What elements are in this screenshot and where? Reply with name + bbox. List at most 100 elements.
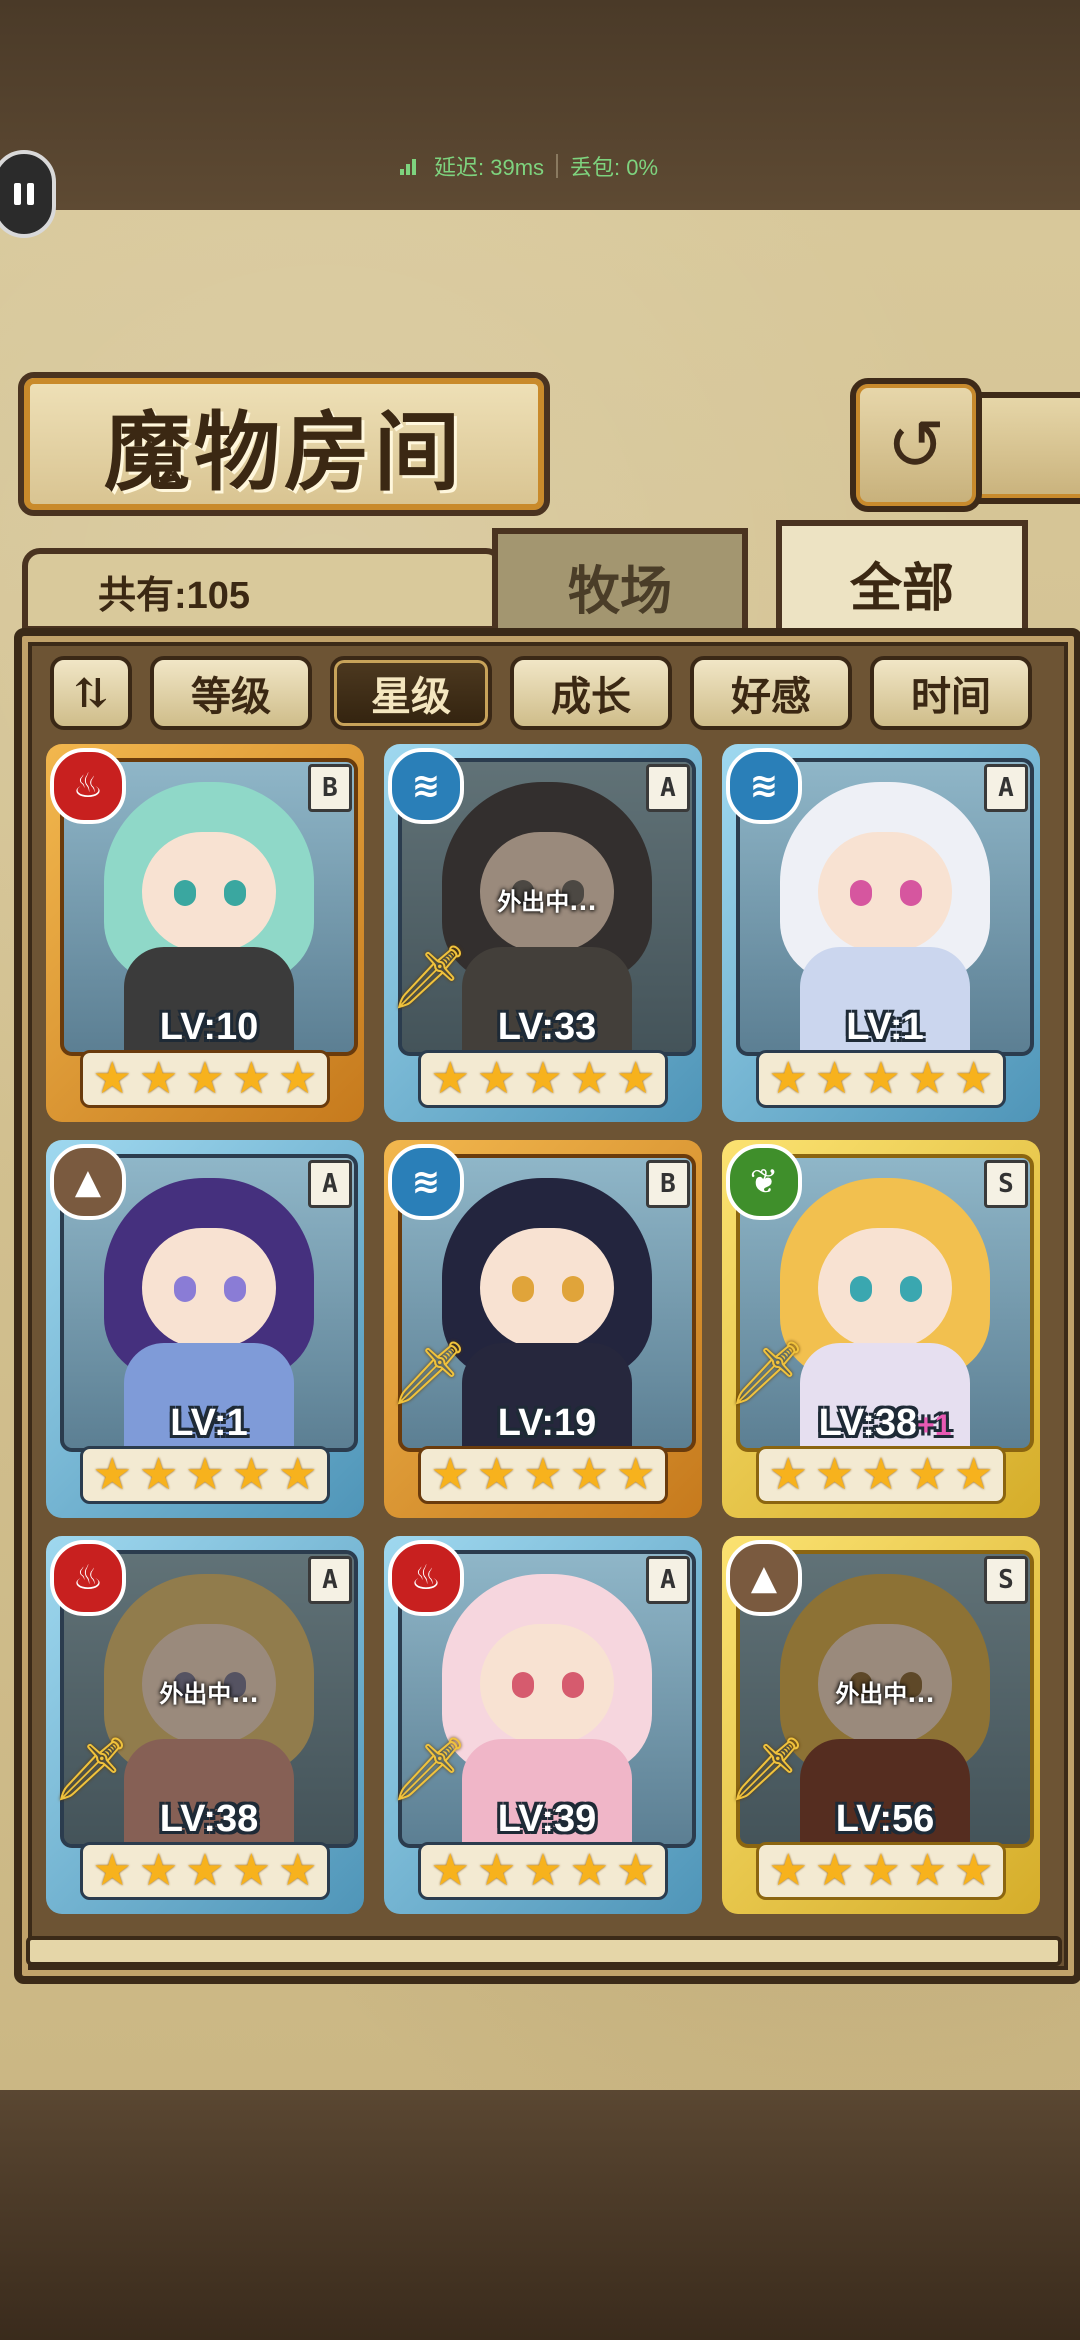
away-status-label: 外出中...: [159, 1680, 259, 1708]
star-icon: ★: [231, 1449, 272, 1500]
star-icon: ★: [476, 1449, 517, 1500]
star-icon: ★: [523, 1449, 563, 1500]
star-icon: ★: [278, 1053, 318, 1104]
star-icon: ★: [954, 1845, 994, 1896]
monster-card[interactable]: LV:10 ♨ B ★ ★ ★ ★ ★: [46, 744, 364, 1122]
network-status: 延迟: 39ms 丢包: 0%: [400, 148, 658, 184]
star-icon: ★: [278, 1845, 318, 1896]
star-icon: ★: [616, 1845, 656, 1896]
star-rating: ★ ★ ★ ★ ★: [80, 1446, 330, 1504]
rank-badge: S: [984, 1160, 1028, 1208]
monster-card[interactable]: LV:1 ≋ A ★ ★ ★ ★ ★: [722, 744, 1040, 1122]
star-icon: ★: [92, 1053, 132, 1104]
star-icon: ★: [231, 1845, 272, 1896]
nature-element-icon: ❦: [726, 1144, 802, 1220]
earth-element-icon: ▲: [726, 1540, 802, 1616]
away-status-label: 外出中...: [835, 1680, 935, 1708]
star-icon: ★: [569, 1053, 610, 1104]
star-rating: ★ ★ ★ ★ ★: [756, 1446, 1006, 1504]
star-icon: ★: [768, 1845, 808, 1896]
rank-badge: A: [984, 764, 1028, 812]
star-icon: ★: [92, 1449, 132, 1500]
star-icon: ★: [768, 1053, 808, 1104]
bottom-background: [0, 2090, 1080, 2340]
star-icon: ★: [954, 1053, 994, 1104]
sword-icon: 🗡: [390, 940, 469, 1013]
star-icon: ★: [569, 1845, 610, 1896]
level-bonus: +1: [917, 1409, 952, 1442]
sort-order-button[interactable]: ⇅: [50, 656, 132, 730]
star-icon: ★: [569, 1449, 610, 1500]
rank-badge: A: [646, 764, 690, 812]
fire-element-icon: ♨: [50, 748, 126, 824]
star-icon: ★: [138, 1845, 179, 1896]
away-status-label: 外出中...: [497, 888, 597, 916]
rank-badge: S: [984, 1556, 1028, 1604]
back-rail: [966, 392, 1080, 504]
star-icon: ★: [523, 1845, 563, 1896]
panel-bottom-rail: [26, 1936, 1062, 1966]
latency-label: 延迟: 39ms: [434, 155, 545, 180]
star-icon: ★: [907, 1845, 948, 1896]
sword-icon: 🗡: [52, 1732, 131, 1805]
filter-level-button[interactable]: 等级: [150, 656, 312, 730]
tab-all[interactable]: 全部: [776, 520, 1028, 640]
monster-card[interactable]: 外出中... LV:38 ♨ A 🗡 ★ ★ ★ ★ ★: [46, 1536, 364, 1914]
star-icon: ★: [430, 1845, 470, 1896]
monster-card[interactable]: LV:19 ≋ B 🗡 ★ ★ ★ ★ ★: [384, 1140, 702, 1518]
monster-card[interactable]: 外出中... LV:33 ≋ A 🗡 ★ ★ ★ ★ ★: [384, 744, 702, 1122]
star-rating: ★ ★ ★ ★ ★: [80, 1842, 330, 1900]
monster-card[interactable]: 外出中... LV:56 ▲ S 🗡 ★ ★ ★ ★ ★: [722, 1536, 1040, 1914]
monster-card[interactable]: LV:38+1 ❦ S 🗡 ★ ★ ★ ★ ★: [722, 1140, 1040, 1518]
water-element-icon: ≋: [388, 748, 464, 824]
star-rating: ★ ★ ★ ★ ★: [418, 1446, 668, 1504]
fire-element-icon: ♨: [388, 1540, 464, 1616]
star-icon: ★: [814, 1053, 855, 1104]
star-icon: ★: [814, 1845, 855, 1896]
star-icon: ★: [185, 1449, 225, 1500]
star-icon: ★: [185, 1053, 225, 1104]
star-rating: ★ ★ ★ ★ ★: [80, 1050, 330, 1108]
monster-level: LV:10: [159, 1006, 259, 1048]
star-icon: ★: [138, 1053, 179, 1104]
star-icon: ★: [768, 1449, 808, 1500]
star-icon: ★: [523, 1053, 563, 1104]
signal-icon: [400, 157, 416, 175]
star-icon: ★: [616, 1449, 656, 1500]
star-icon: ★: [861, 1845, 901, 1896]
filter-affection-button[interactable]: 好感: [690, 656, 852, 730]
star-icon: ★: [616, 1053, 656, 1104]
sword-icon: 🗡: [728, 1732, 807, 1805]
monster-grid: LV:10 ♨ B ★ ★ ★ ★ ★ 外出中... LV:33 ≋ A 🗡 ★ ★ ★ ★ ★ LV:1 ≋ A ★ ★ ★…: [46, 744, 1040, 1924]
star-icon: ★: [138, 1449, 179, 1500]
star-icon: ★: [476, 1053, 517, 1104]
back-return-icon: ↺: [886, 404, 946, 486]
star-icon: ★: [430, 1449, 470, 1500]
rank-badge: A: [646, 1556, 690, 1604]
tab-ranch[interactable]: 牧场: [492, 528, 748, 638]
water-element-icon: ≋: [726, 748, 802, 824]
sword-icon: 🗡: [390, 1336, 469, 1409]
sort-order-icon: ⇅: [74, 669, 108, 717]
sword-icon: 🗡: [390, 1732, 469, 1805]
back-button[interactable]: ↺: [850, 378, 982, 512]
star-icon: ★: [907, 1449, 948, 1500]
pause-button[interactable]: [0, 150, 56, 238]
rank-badge: B: [646, 1160, 690, 1208]
monster-count: 共有:105: [98, 575, 251, 617]
star-icon: ★: [861, 1053, 901, 1104]
monster-card[interactable]: LV:39 ♨ A 🗡 ★ ★ ★ ★ ★: [384, 1536, 702, 1914]
water-element-icon: ≋: [388, 1144, 464, 1220]
earth-element-icon: ▲: [50, 1144, 126, 1220]
fire-element-icon: ♨: [50, 1540, 126, 1616]
star-rating: ★ ★ ★ ★ ★: [418, 1842, 668, 1900]
rank-badge: A: [308, 1160, 352, 1208]
star-rating: ★ ★ ★ ★ ★: [756, 1842, 1006, 1900]
filter-star-button[interactable]: 星级: [330, 656, 492, 730]
filter-growth-button[interactable]: 成长: [510, 656, 672, 730]
filter-time-button[interactable]: 时间: [870, 656, 1032, 730]
star-icon: ★: [92, 1845, 132, 1896]
star-icon: ★: [231, 1053, 272, 1104]
monster-card[interactable]: LV:1 ▲ A ★ ★ ★ ★ ★: [46, 1140, 364, 1518]
rank-badge: A: [308, 1556, 352, 1604]
